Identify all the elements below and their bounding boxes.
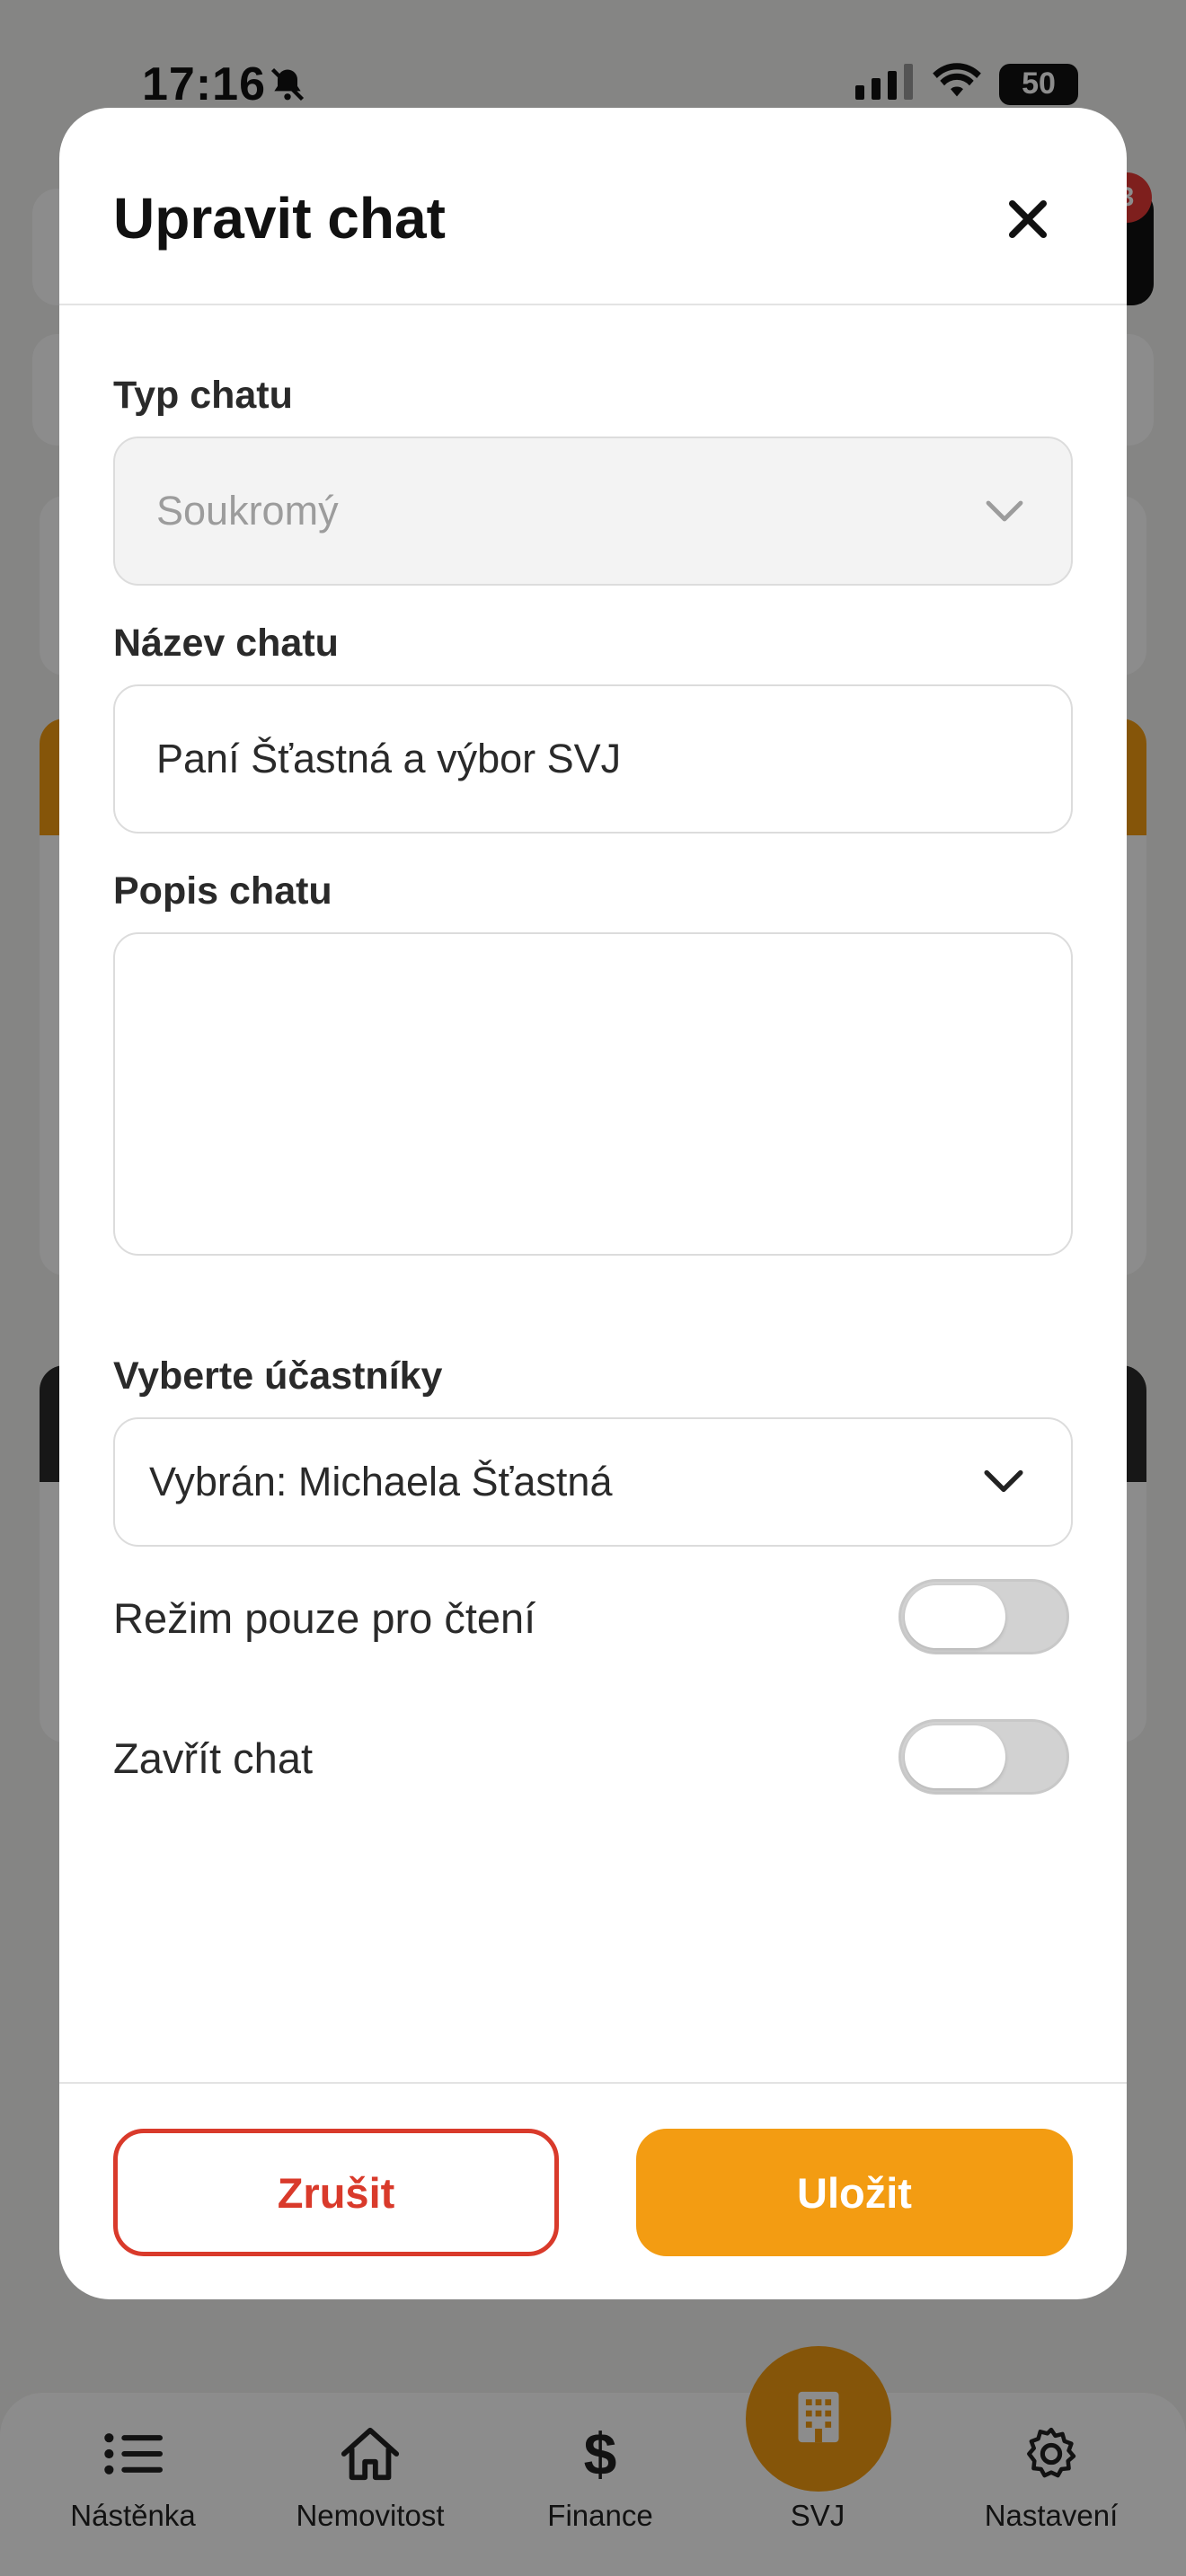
chevron-down-icon xyxy=(985,488,1024,534)
modal-footer: Zrušit Uložit xyxy=(59,2082,1127,2299)
close-button[interactable] xyxy=(1001,194,1055,248)
chat-type-label: Typ chatu xyxy=(113,374,293,417)
close-chat-toggle[interactable] xyxy=(898,1719,1069,1795)
participants-label: Vyberte účastníky xyxy=(113,1354,443,1398)
edit-chat-modal: Upravit chat Typ chatu Soukromý Název ch… xyxy=(59,108,1127,2299)
read-only-label: Režim pouze pro čtení xyxy=(113,1594,536,1642)
close-icon xyxy=(1005,196,1051,247)
chevron-down-icon xyxy=(983,1459,1024,1505)
chat-name-input[interactable]: Paní Šťastná a výbor SVJ xyxy=(113,684,1073,834)
modal-title: Upravit chat xyxy=(113,186,446,251)
toggle-knob xyxy=(905,1725,1005,1788)
read-only-toggle[interactable] xyxy=(898,1579,1069,1654)
chat-name-value: Paní Šťastná a výbor SVJ xyxy=(156,736,622,781)
participants-select[interactable]: Vybrán: Michaela Šťastná xyxy=(113,1417,1073,1547)
chat-type-select[interactable]: Soukromý xyxy=(113,437,1073,586)
toggle-knob xyxy=(905,1585,1005,1648)
chat-description-textarea[interactable] xyxy=(113,932,1073,1256)
chat-type-value: Soukromý xyxy=(156,488,339,534)
chat-description-label: Popis chatu xyxy=(113,869,332,913)
read-only-row: Režim pouze pro čtení xyxy=(113,1579,1073,1660)
chat-name-label: Název chatu xyxy=(113,622,339,665)
save-button[interactable]: Uložit xyxy=(636,2129,1073,2256)
cancel-button[interactable]: Zrušit xyxy=(113,2129,559,2256)
modal-header: Upravit chat xyxy=(59,108,1127,305)
participants-value: Vybrán: Michaela Šťastná xyxy=(149,1459,613,1504)
close-chat-label: Zavřít chat xyxy=(113,1734,314,1782)
close-chat-row: Zavřít chat xyxy=(113,1719,1073,1800)
